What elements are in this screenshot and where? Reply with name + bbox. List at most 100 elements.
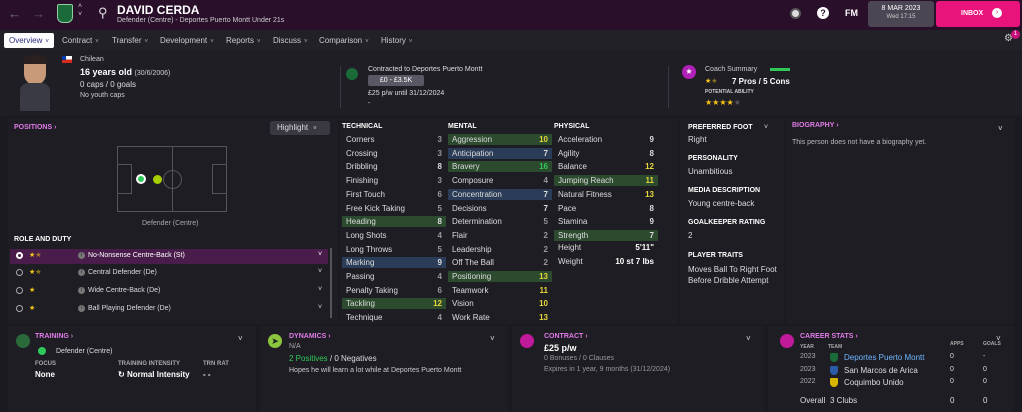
chevron-down-icon[interactable]: ˅ bbox=[746, 334, 751, 343]
attr-name: Stamina bbox=[558, 217, 588, 227]
chevron-down-icon[interactable]: ˅ bbox=[318, 304, 322, 311]
contract-title[interactable]: CONTRACT › bbox=[544, 333, 588, 340]
dynamics-title[interactable]: DYNAMICS › bbox=[289, 333, 331, 340]
mental-attr-row: Leadership 2 bbox=[448, 244, 552, 255]
tab-reports[interactable]: Reports ˅ bbox=[226, 33, 261, 48]
mental-attr-row: Composure 4 bbox=[448, 175, 552, 186]
biography-panel: BIOGRAPHY › ˅ This person does not have … bbox=[786, 118, 1014, 324]
technical-attr-row: First Touch 6 bbox=[342, 189, 446, 200]
nationality: Chilean bbox=[80, 56, 104, 63]
tab-contract[interactable]: Contract ˅ bbox=[62, 33, 99, 48]
contracted-to: Contracted to Deportes Puerto Montt bbox=[368, 66, 483, 73]
tab-comparison[interactable]: Comparison ˅ bbox=[319, 33, 369, 48]
radio-icon[interactable] bbox=[16, 305, 23, 312]
career-overall-label: Overall bbox=[800, 396, 826, 405]
tab-development[interactable]: Development ˅ bbox=[160, 33, 214, 48]
wage-until: £25 p/w until 31/12/2024 bbox=[368, 90, 445, 97]
career-header-team: TEAM bbox=[828, 344, 843, 350]
role-row[interactable]: ★ i Wide Centre-Back (De) ˅ bbox=[10, 284, 328, 299]
inbox-button[interactable]: INBOX › bbox=[936, 1, 1020, 27]
career-title[interactable]: CAREER STATS › bbox=[800, 333, 858, 340]
career-team[interactable]: Deportes Puerto Montt bbox=[844, 353, 924, 362]
info-icon[interactable]: i bbox=[78, 269, 85, 276]
physical-title: PHYSICAL bbox=[554, 123, 590, 130]
tab-history[interactable]: History ˅ bbox=[381, 33, 412, 48]
role-row[interactable]: ★★ i No-Nonsense Centre-Back (St) ˅ bbox=[10, 249, 328, 264]
chevron-down-icon[interactable]: ˅ bbox=[490, 334, 495, 343]
attr-name: Balance bbox=[558, 162, 587, 172]
technical-attr-row: Tackling 12 bbox=[342, 298, 446, 310]
attr-value: 12 bbox=[433, 299, 442, 309]
chevron-down-icon[interactable]: ˅ bbox=[764, 124, 768, 131]
highlight-dropdown[interactable]: Highlight ˅ bbox=[270, 121, 330, 135]
fm-menu-button[interactable]: FM bbox=[845, 8, 858, 18]
back-arrow-icon[interactable]: ← bbox=[8, 6, 21, 21]
tab-overview[interactable]: Overview ˅ bbox=[4, 33, 54, 48]
club-badge-icon bbox=[830, 365, 838, 375]
forward-arrow-icon[interactable]: → bbox=[32, 6, 45, 21]
mental-attr-row: Aggression 10 bbox=[448, 134, 552, 145]
mental-attr-row: Positioning 13 bbox=[448, 271, 552, 282]
attr-value: 4 bbox=[543, 176, 548, 186]
training-title[interactable]: TRAINING › bbox=[35, 333, 73, 340]
club-badge-icon[interactable] bbox=[57, 4, 73, 23]
chevron-updown-icon[interactable]: ˄ ˅ bbox=[78, 3, 82, 19]
gk-rating: 2 bbox=[688, 231, 693, 240]
chevron-down-icon[interactable]: ˅ bbox=[998, 124, 1003, 133]
dynamics-status: N/A bbox=[289, 343, 301, 350]
role-row[interactable]: ★ i Ball Playing Defender (De) ˅ bbox=[10, 302, 328, 317]
technical-attr-row: Technique 4 bbox=[342, 312, 446, 323]
info-icon[interactable]: i bbox=[78, 287, 85, 294]
tab-transfer[interactable]: Transfer ˅ bbox=[112, 33, 148, 48]
attr-value: 4 bbox=[437, 230, 442, 240]
mental-attr-row: Concentration 7 bbox=[448, 188, 552, 200]
date-text: 8 MAR 2023 bbox=[881, 5, 921, 12]
media-title: MEDIA DESCRIPTION bbox=[688, 187, 761, 194]
attr-value: 13 bbox=[539, 272, 548, 281]
radio-icon[interactable] bbox=[16, 287, 23, 294]
ball-icon[interactable] bbox=[790, 8, 801, 19]
attr-value: 10 bbox=[539, 299, 548, 309]
tab-discuss[interactable]: Discuss ˅ bbox=[273, 33, 308, 48]
trn-value: - - bbox=[203, 370, 211, 379]
chevron-down-icon[interactable]: ˅ bbox=[318, 268, 322, 275]
chevron-down-icon[interactable]: ˅ bbox=[318, 251, 322, 258]
dynamics-icon: ➤ bbox=[268, 334, 282, 348]
radio-icon[interactable] bbox=[16, 269, 23, 276]
chevron-down-icon[interactable]: ˅ bbox=[238, 334, 243, 343]
physical-attr-row: Agility 8 bbox=[554, 148, 658, 159]
help-icon[interactable]: ? bbox=[817, 7, 829, 19]
role-row[interactable]: ★★ i Central Defender (De) ˅ bbox=[10, 266, 328, 281]
positions-title[interactable]: POSITIONS › bbox=[14, 124, 56, 131]
chevron-down-icon[interactable]: ˅ bbox=[318, 286, 322, 293]
physical-attr-row: Stamina 9 bbox=[554, 216, 658, 227]
career-team[interactable]: Coquimbo Unido bbox=[844, 378, 904, 387]
mental-attr-row: Flair 2 bbox=[448, 230, 552, 241]
flag-chile-icon bbox=[62, 56, 72, 63]
physical-attr-row: Jumping Reach 11 bbox=[554, 175, 658, 187]
trait-text: Moves Ball To Right Foot bbox=[688, 265, 777, 274]
info-icon[interactable]: i bbox=[78, 305, 85, 312]
biography-title[interactable]: BIOGRAPHY › bbox=[792, 122, 839, 129]
attr-value: 9 bbox=[649, 217, 654, 227]
attr-name: Dribbling bbox=[346, 162, 378, 172]
attr-value: 5 bbox=[437, 203, 442, 213]
contract-expires: Expires in 1 year, 9 months (31/12/2024) bbox=[544, 366, 671, 373]
attr-name: Positioning bbox=[452, 272, 492, 281]
radio-selected-icon[interactable] bbox=[16, 252, 23, 259]
search-icon[interactable]: ⚲ bbox=[98, 5, 108, 21]
attr-value: 16 bbox=[539, 162, 548, 172]
career-team[interactable]: San Marcos de Arica bbox=[844, 366, 918, 375]
technical-attr-row: Passing 4 bbox=[342, 271, 446, 282]
attr-name: Concentration bbox=[452, 189, 502, 199]
scrollbar[interactable] bbox=[330, 248, 332, 318]
info-icon[interactable]: i bbox=[78, 252, 85, 259]
attr-name: Flair bbox=[452, 230, 468, 240]
attr-value: 2 bbox=[543, 244, 548, 254]
biography-text: This person does not have a biography ye… bbox=[792, 139, 927, 146]
caps-goals: 0 caps / 0 goals bbox=[80, 80, 137, 89]
attr-name: Heading bbox=[346, 217, 376, 227]
player-value: £0 - £3.5K bbox=[368, 75, 424, 86]
potential-stars: ★★★★★ bbox=[705, 98, 741, 107]
positions-panel: POSITIONS › Highlight ˅ Defender (Centre)… bbox=[8, 118, 338, 324]
